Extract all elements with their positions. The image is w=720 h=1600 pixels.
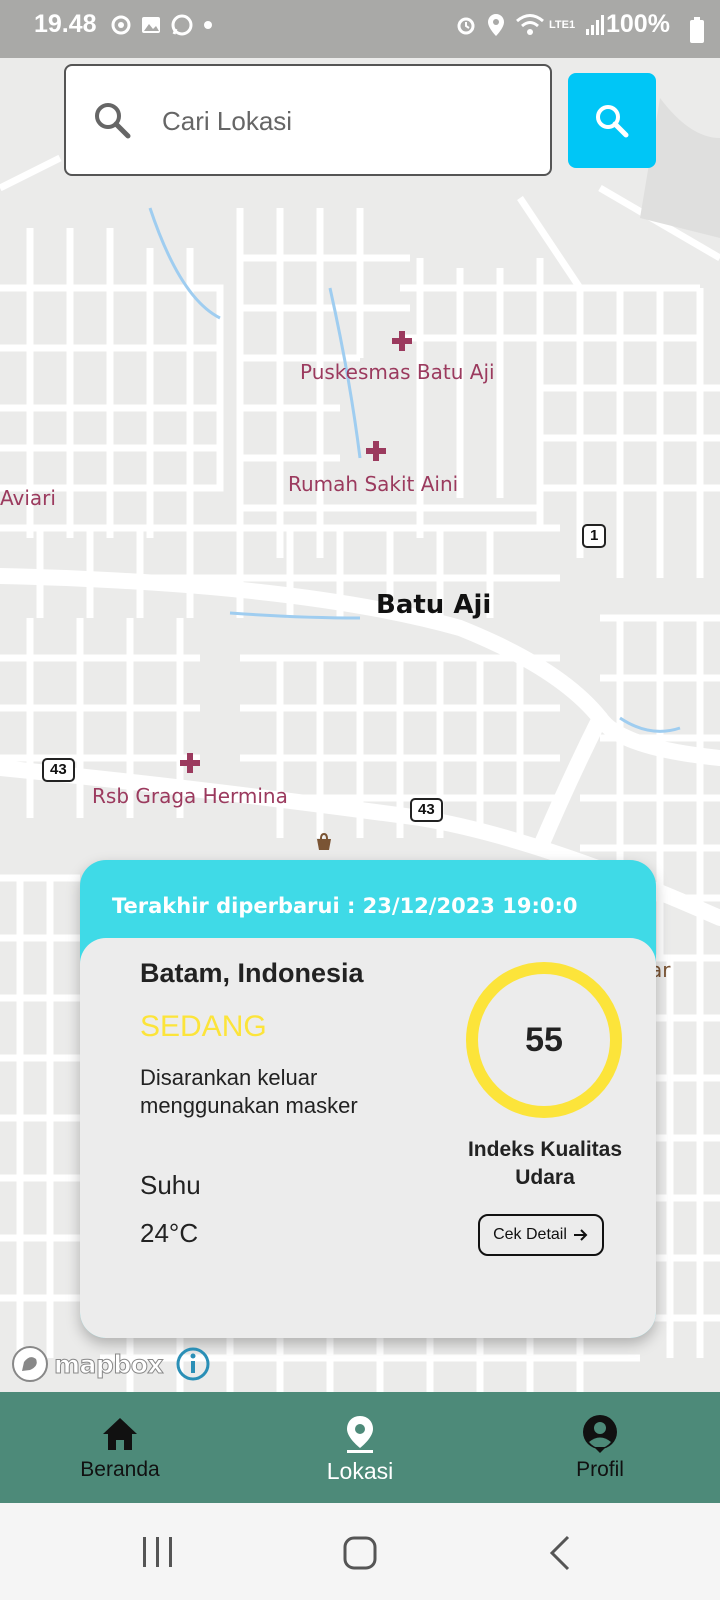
- last-updated-text: Terakhir diperbarui : 23/12/2023 19:0:0: [112, 894, 578, 918]
- status-right-icons: LTE1: [455, 13, 605, 37]
- mapbox-wordmark: mapbox: [53, 1349, 164, 1379]
- card-body: Batam, Indonesia SEDANG Disarankan kelua…: [80, 938, 656, 1338]
- check-detail-button[interactable]: Cek Detail: [478, 1214, 604, 1256]
- nav-item-lokasi[interactable]: Lokasi: [240, 1392, 480, 1503]
- nav-item-profil[interactable]: Profil: [480, 1392, 720, 1503]
- nav-label-profil: Profil: [576, 1458, 624, 1481]
- road-shield-1: 1: [582, 524, 607, 548]
- status-left-icons: [110, 13, 214, 37]
- alarm-icon: [457, 17, 475, 35]
- temperature-value: 24°C: [140, 1218, 199, 1248]
- location-icon: [488, 14, 504, 36]
- bottom-navigation: Beranda Lokasi Profil: [0, 1392, 720, 1503]
- nav-label-lokasi: Lokasi: [326, 1458, 394, 1484]
- gallery-icon: [142, 17, 160, 33]
- profile-icon: [583, 1415, 617, 1453]
- aqi-label: Indeks Kualitas Udara: [467, 1138, 623, 1189]
- air-quality-card: Terakhir diperbarui : 23/12/2023 19:0:0 …: [80, 860, 656, 1338]
- air-quality-level: SEDANG: [140, 1010, 267, 1043]
- mapbox-attribution[interactable]: mapbox: [10, 1344, 211, 1384]
- nav-label-beranda: Beranda: [80, 1458, 160, 1481]
- dot-icon: [204, 21, 212, 29]
- sync-icon: [111, 15, 131, 35]
- place-batu-aji-label: Batu Aji: [376, 590, 492, 620]
- signal-icon: [586, 15, 605, 35]
- aqi-value: 55: [525, 1020, 563, 1059]
- temperature-label: Suhu: [140, 1170, 201, 1200]
- check-detail-label: Cek Detail: [493, 1226, 567, 1243]
- battery-percentage: 100%: [606, 10, 670, 38]
- poi-rumah-sakit-label[interactable]: Rumah Sakit Aini: [288, 472, 458, 496]
- search-button[interactable]: [568, 73, 656, 168]
- home-button-icon[interactable]: [342, 1535, 378, 1571]
- whatsapp-icon: [171, 14, 193, 36]
- mapbox-logo-icon: [12, 1346, 48, 1382]
- wifi-icon: [516, 14, 544, 35]
- hospital-marker-icon[interactable]: [391, 330, 413, 352]
- hospital-marker-icon[interactable]: [365, 440, 387, 462]
- recent-apps-icon[interactable]: [140, 1535, 176, 1569]
- city-name: Batam, Indonesia: [140, 958, 364, 988]
- home-icon: [103, 1418, 137, 1450]
- search-icon: [95, 103, 131, 139]
- status-bar: 19.48 LTE1 100%: [0, 0, 720, 58]
- shop-marker-icon[interactable]: [314, 832, 334, 852]
- poi-puskesmas-label[interactable]: Puskesmas Batu Aji: [300, 360, 495, 384]
- info-icon[interactable]: [175, 1346, 211, 1382]
- nav-item-beranda[interactable]: Beranda: [0, 1392, 240, 1503]
- poi-aviari-label: Aviari: [0, 486, 56, 510]
- search-input[interactable]: [160, 96, 524, 146]
- network-type: LTE1: [549, 19, 576, 31]
- status-time: 19.48: [34, 10, 97, 38]
- battery-icon: [690, 17, 704, 43]
- road-shield-43: 43: [410, 798, 443, 822]
- back-icon[interactable]: [548, 1535, 572, 1571]
- hospital-marker-icon[interactable]: [179, 752, 201, 774]
- poi-rsb-label[interactable]: Rsb Graga Hermina: [92, 784, 288, 808]
- advice-text: Disarankan keluar menggunakan masker: [140, 1065, 358, 1118]
- location-pin-icon: [347, 1416, 373, 1453]
- road-shield-43: 43: [42, 758, 75, 782]
- search-box[interactable]: [64, 64, 552, 176]
- arrow-right-icon: [573, 1229, 588, 1241]
- search-icon: [596, 104, 629, 137]
- system-navigation-bar: [0, 1503, 720, 1600]
